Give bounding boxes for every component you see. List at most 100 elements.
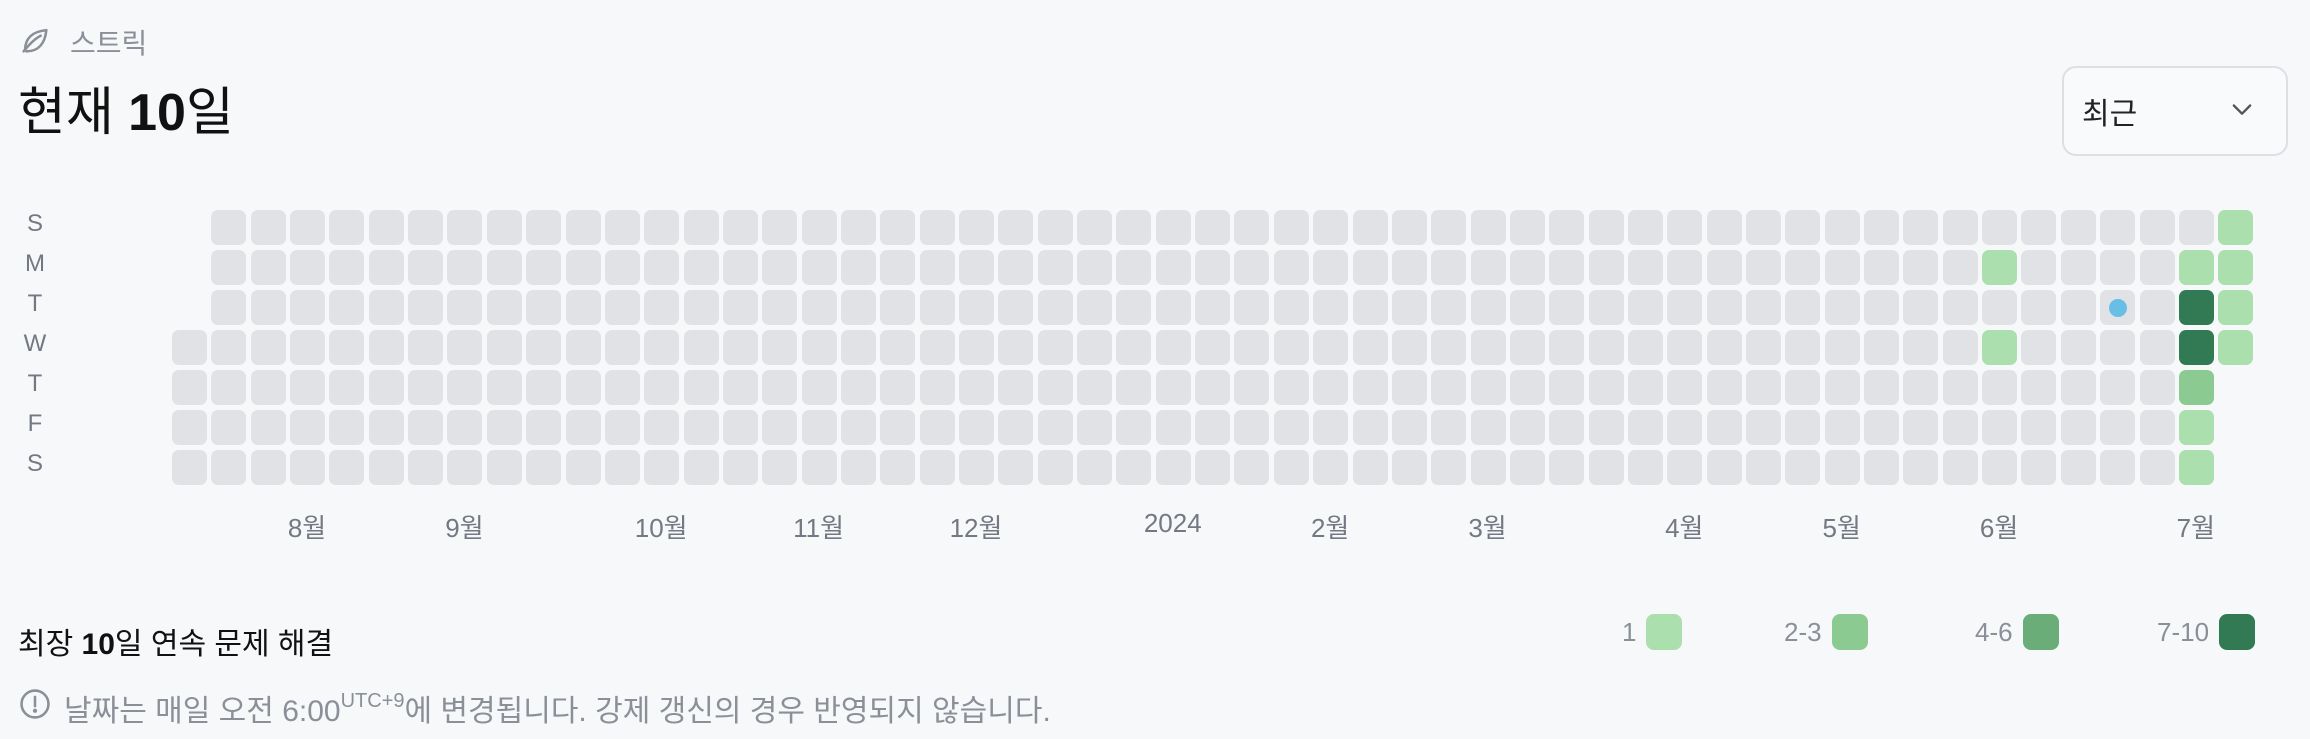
day-cell[interactable] xyxy=(565,330,601,365)
day-cell[interactable] xyxy=(1588,410,1624,445)
day-cell[interactable] xyxy=(1549,410,1585,445)
day-cell[interactable] xyxy=(1037,250,1073,285)
day-cell[interactable] xyxy=(1903,290,1939,325)
day-cell[interactable] xyxy=(2021,370,2057,405)
day-cell[interactable] xyxy=(1549,450,1585,485)
day-cell[interactable] xyxy=(1234,410,1270,445)
day-cell[interactable] xyxy=(1824,330,1860,365)
day-cell[interactable] xyxy=(722,370,758,405)
day-cell[interactable] xyxy=(1195,410,1231,445)
day-cell[interactable] xyxy=(1037,450,1073,485)
period-select[interactable]: 최근 xyxy=(2062,66,2288,156)
day-cell[interactable] xyxy=(211,410,247,445)
day-cell[interactable] xyxy=(1391,290,1427,325)
day-cell[interactable] xyxy=(1273,250,1309,285)
day-cell[interactable] xyxy=(722,330,758,365)
day-cell[interactable] xyxy=(1982,410,2018,445)
day-cell[interactable] xyxy=(998,330,1034,365)
day-cell[interactable] xyxy=(1509,450,1545,485)
day-cell[interactable] xyxy=(1234,330,1270,365)
day-cell[interactable] xyxy=(1195,330,1231,365)
day-cell[interactable] xyxy=(211,370,247,405)
day-cell[interactable] xyxy=(211,450,247,485)
day-cell[interactable] xyxy=(1313,410,1349,445)
day-cell[interactable] xyxy=(959,450,994,485)
day-cell[interactable] xyxy=(1667,330,1703,365)
day-cell[interactable] xyxy=(290,250,326,285)
day-cell[interactable] xyxy=(2139,210,2175,245)
day-cell[interactable] xyxy=(1195,370,1231,405)
day-cell[interactable] xyxy=(1982,250,2018,285)
day-cell[interactable] xyxy=(1942,210,1978,245)
day-cell[interactable] xyxy=(1942,410,1978,445)
day-cell[interactable] xyxy=(1470,410,1506,445)
day-cell[interactable] xyxy=(1352,250,1388,285)
day-cell[interactable] xyxy=(1195,250,1231,285)
day-cell[interactable] xyxy=(762,210,798,245)
day-cell[interactable] xyxy=(447,250,483,285)
day-cell[interactable] xyxy=(1273,330,1309,365)
day-cell[interactable] xyxy=(1509,370,1545,405)
day-cell[interactable] xyxy=(329,290,365,325)
day-cell[interactable] xyxy=(1746,250,1781,285)
day-cell[interactable] xyxy=(1037,210,1073,245)
day-cell[interactable] xyxy=(2218,290,2254,325)
day-cell[interactable] xyxy=(1470,290,1506,325)
day-cell[interactable] xyxy=(329,210,365,245)
day-cell[interactable] xyxy=(1627,330,1663,365)
day-cell[interactable] xyxy=(447,210,483,245)
day-cell[interactable] xyxy=(1667,290,1703,325)
day-cell[interactable] xyxy=(486,290,522,325)
day-cell[interactable] xyxy=(2100,370,2136,405)
day-cell[interactable] xyxy=(2060,330,2096,365)
day-cell[interactable] xyxy=(644,370,680,405)
day-cell[interactable] xyxy=(840,250,876,285)
day-cell[interactable] xyxy=(2178,330,2214,365)
day-cell[interactable] xyxy=(722,450,758,485)
day-cell[interactable] xyxy=(1313,210,1349,245)
day-cell[interactable] xyxy=(1549,250,1585,285)
day-cell[interactable] xyxy=(1627,210,1663,245)
day-cell[interactable] xyxy=(1273,290,1309,325)
day-cell[interactable] xyxy=(1077,210,1113,245)
day-cell[interactable] xyxy=(2100,330,2136,365)
day-cell[interactable] xyxy=(683,370,719,405)
day-cell[interactable] xyxy=(2178,210,2214,245)
day-cell[interactable] xyxy=(1864,250,1900,285)
day-cell[interactable] xyxy=(565,250,601,285)
day-cell[interactable] xyxy=(604,410,640,445)
day-cell[interactable] xyxy=(250,250,286,285)
day-cell[interactable] xyxy=(1588,290,1624,325)
day-cell[interactable] xyxy=(1942,450,1978,485)
day-cell[interactable] xyxy=(1352,210,1388,245)
day-cell[interactable] xyxy=(368,250,404,285)
day-cell[interactable] xyxy=(1588,450,1624,485)
day-cell[interactable] xyxy=(1352,370,1388,405)
day-cell[interactable] xyxy=(1903,370,1939,405)
day-cell[interactable] xyxy=(2021,450,2057,485)
day-cell[interactable] xyxy=(1116,210,1152,245)
day-cell[interactable] xyxy=(1785,330,1821,365)
day-cell[interactable] xyxy=(840,330,876,365)
day-cell[interactable] xyxy=(2060,410,2096,445)
day-cell[interactable] xyxy=(211,250,247,285)
day-cell[interactable] xyxy=(2060,370,2096,405)
day-cell[interactable] xyxy=(408,290,444,325)
day-cell[interactable] xyxy=(840,410,876,445)
day-cell[interactable] xyxy=(211,290,247,325)
day-cell[interactable] xyxy=(486,410,522,445)
day-cell[interactable] xyxy=(998,250,1034,285)
day-cell[interactable] xyxy=(959,410,994,445)
day-cell[interactable] xyxy=(2218,250,2254,285)
day-cell[interactable] xyxy=(1470,330,1506,365)
day-cell[interactable] xyxy=(1627,410,1663,445)
day-cell[interactable] xyxy=(1116,410,1152,445)
day-cell[interactable] xyxy=(1116,450,1152,485)
day-cell[interactable] xyxy=(604,330,640,365)
day-cell[interactable] xyxy=(959,330,994,365)
day-cell[interactable] xyxy=(2100,290,2136,325)
day-cell[interactable] xyxy=(1391,450,1427,485)
day-cell[interactable] xyxy=(801,410,837,445)
day-cell[interactable] xyxy=(1588,210,1624,245)
day-cell[interactable] xyxy=(919,250,955,285)
